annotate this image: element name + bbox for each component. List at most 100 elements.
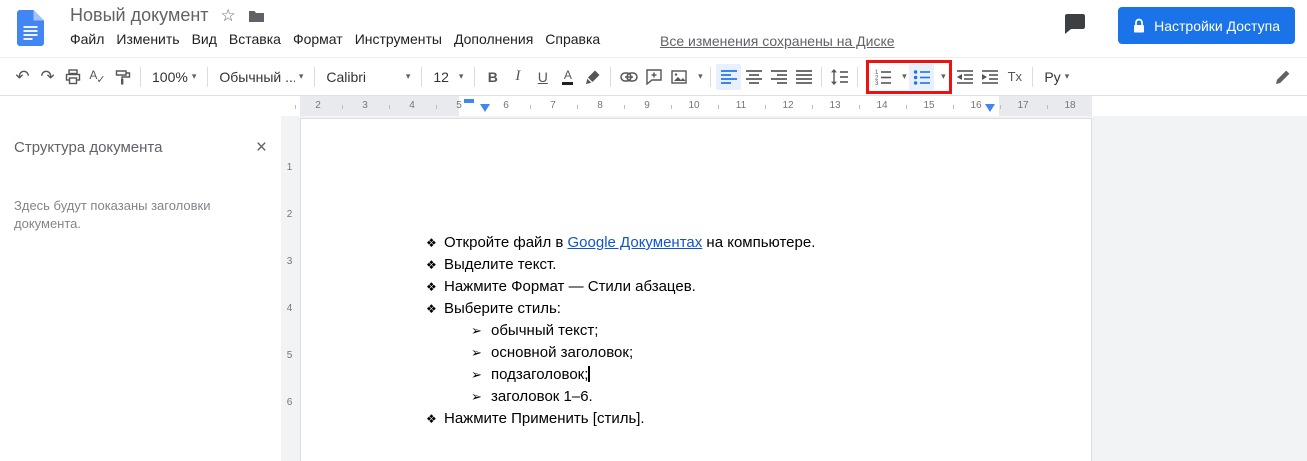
text-color-button[interactable]: A [555,64,580,90]
doc-list-item[interactable]: ➢обычный текст; [301,320,1091,342]
editing-mode-button[interactable] [1270,64,1295,90]
decrease-indent-button[interactable] [952,64,977,90]
insert-image-button[interactable] [666,64,691,90]
doc-text-segment: на компьютере. [702,234,815,251]
doc-line-text: обычный текст; [491,320,598,342]
toolbar-separator [474,67,475,87]
insert-image-menu-arrow[interactable]: ▾ [691,64,705,90]
document-page[interactable]: ❖ Откройте файл в Google Документах на ко… [300,118,1092,461]
comment-history-icon[interactable] [1062,13,1086,39]
diamond-bullet-icon: ❖ [426,408,437,430]
menu-edit[interactable]: Изменить [110,29,185,49]
bulleted-list-button[interactable] [909,64,934,90]
menu-bar: ФайлИзменитьВидВставкаФорматИнструментыД… [64,29,606,49]
annotation-red-box: 123 ▾ [866,60,952,94]
outline-title: Структура документа [14,139,162,156]
highlight-color-button[interactable] [580,64,605,90]
diamond-bullet-icon: ❖ [426,232,437,254]
font-name-value: Calibri [326,69,401,85]
google-docs-logo[interactable] [17,10,44,51]
spellcheck-button[interactable]: A ✓ [85,64,110,90]
undo-button[interactable]: ↶ [10,64,35,90]
font-size-select[interactable]: 12 ▾ [427,64,469,90]
ruler-number: 3 [362,100,368,111]
align-justify-button[interactable] [791,64,816,90]
doc-list-item[interactable]: ➢заголовок 1–6. [301,386,1091,408]
doc-text-segment: обычный текст; [491,322,598,339]
document-title[interactable]: Новый документ [70,5,209,26]
align-left-icon [720,69,738,85]
doc-list-item[interactable]: ❖Нажмите Формат — Стили абзацев. [301,276,1091,298]
menu-insert[interactable]: Вставка [223,29,287,49]
paragraph-style-value: Обычный ... [219,69,294,85]
bold-button[interactable]: B [480,64,505,90]
save-status-link[interactable]: Все изменения сохранены на Диске [660,33,895,49]
add-comment-button[interactable] [641,64,666,90]
menu-format[interactable]: Формат [287,29,349,49]
first-line-indent-marker[interactable] [464,99,474,103]
doc-text-segment: заголовок 1–6. [491,388,593,405]
doc-list-item[interactable]: ❖ Откройте файл в Google Документах на ко… [301,232,1091,254]
menu-file[interactable]: Файл [64,29,110,49]
doc-line-text: Откройте файл в Google Документах на ком… [444,232,815,254]
numbered-list-icon: 123 [874,68,892,85]
clear-formatting-button[interactable]: Tx [1002,64,1027,90]
ruler-tick [1000,105,1001,109]
italic-button[interactable]: I [505,64,530,90]
align-right-button[interactable] [766,64,791,90]
zoom-select[interactable]: 100% ▾ [146,64,202,90]
left-indent-marker[interactable] [480,104,490,112]
ruler-number: 16 [970,100,981,111]
vertical-ruler-number: 4 [281,303,298,314]
paint-format-button[interactable] [110,64,135,90]
doc-list-item[interactable]: ❖Нажмите Применить [стиль]. [301,408,1091,430]
horizontal-ruler[interactable]: 23456789101112131415161718 [0,96,1307,116]
numbered-list-menu-arrow[interactable]: ▾ [895,64,909,90]
menu-addons[interactable]: Дополнения [448,29,539,49]
doc-list-item[interactable]: ❖Выберите стиль: [301,298,1091,320]
docs-logo-icon [17,10,44,46]
diamond-bullet-icon: ❖ [426,298,437,320]
doc-list-item[interactable]: ❖Выделите текст. [301,254,1091,276]
align-center-button[interactable] [741,64,766,90]
underline-button[interactable]: U [530,64,555,90]
chevron-down-icon: ▾ [192,71,197,82]
ruler-number: 10 [688,100,699,111]
ruler-right-margin [999,96,1092,116]
right-indent-marker[interactable] [985,104,995,112]
ruler-tick [906,105,907,109]
paragraph-style-select[interactable]: Обычный ... ▾ [213,64,309,90]
menu-view[interactable]: Вид [186,29,223,49]
ruler-number: 14 [876,100,887,111]
line-spacing-button[interactable] [827,64,852,90]
input-tools-select[interactable]: Ру ▾ [1038,64,1075,90]
doc-hyperlink[interactable]: Google Документах [568,234,703,251]
menu-tools[interactable]: Инструменты [349,29,448,49]
paint-roller-icon [115,69,131,85]
star-icon[interactable]: ☆ [221,6,236,26]
font-select[interactable]: Calibri ▾ [320,64,416,90]
chevron-down-icon: ▾ [902,71,907,82]
numbered-list-button[interactable]: 123 [870,64,895,90]
bulleted-list-menu-arrow[interactable]: ▾ [934,64,948,90]
arrow-bullet-icon: ➢ [471,364,482,386]
increase-indent-button[interactable] [977,64,1002,90]
bulleted-list-icon [913,68,931,85]
redo-button[interactable]: ↷ [35,64,60,90]
toolbar-separator [140,67,141,87]
print-button[interactable] [60,64,85,90]
toolbar-separator [1032,67,1033,87]
menu-help[interactable]: Справка [539,29,606,49]
share-button[interactable]: Настройки Доступа [1118,7,1295,44]
insert-link-button[interactable] [616,64,641,90]
text-cursor [588,366,590,382]
close-icon[interactable]: × [256,138,267,157]
ruler-tick [389,105,390,109]
vertical-ruler-number: 5 [281,350,298,361]
move-to-folder-icon[interactable] [248,9,265,23]
align-left-button[interactable] [716,64,741,90]
doc-list-item[interactable]: ➢подзаголовок; [301,364,1091,386]
doc-list-item[interactable]: ➢основной заголовок; [301,342,1091,364]
vertical-ruler[interactable]: 123456 [281,116,299,461]
chevron-down-icon: ▾ [941,71,946,82]
